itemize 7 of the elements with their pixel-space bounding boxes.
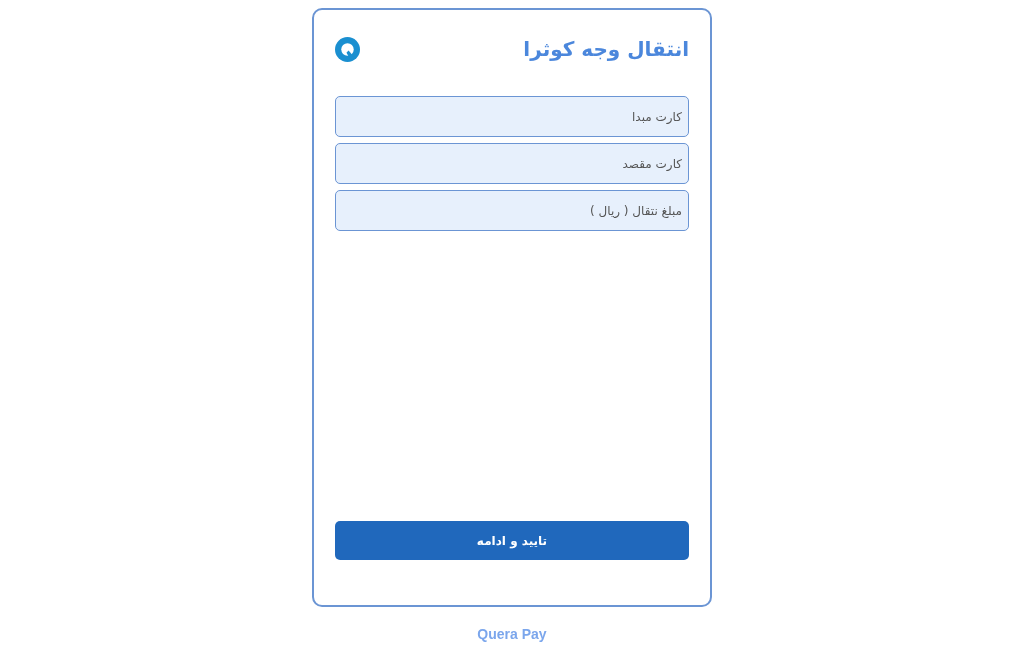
form-title: انتقال وجه کوثرا: [523, 36, 689, 63]
input-field[interactable]: کارت مبدا: [335, 96, 689, 137]
input-field[interactable]: مبلغ نتقال ( ریال ): [335, 190, 689, 231]
logo-icon: [335, 36, 360, 62]
input-field[interactable]: کارت مقصد: [335, 143, 689, 184]
footer-brand: Quera Pay: [477, 625, 547, 644]
submit-button[interactable]: تایید و ادامه: [335, 521, 689, 560]
